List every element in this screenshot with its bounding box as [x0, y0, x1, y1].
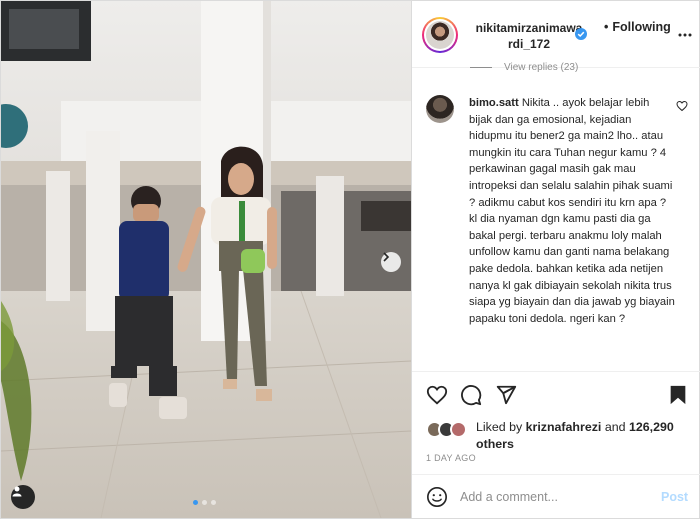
- comment-bubble-icon[interactable]: [460, 384, 482, 406]
- emoji-icon[interactable]: [426, 486, 448, 508]
- likes-prefix: Liked by: [476, 420, 523, 434]
- verified-badge-icon: [575, 28, 587, 40]
- comment-body: Nikita .. ayok belajar lebih bijak dan g…: [469, 97, 675, 325]
- separator-dot: •: [604, 20, 609, 34]
- liker-avatars: [426, 421, 476, 439]
- liker-username[interactable]: kriznafahrezi: [526, 420, 602, 434]
- carousel-dot: [193, 500, 198, 505]
- likes-count[interactable]: 126,290: [629, 420, 674, 434]
- next-slide-button[interactable]: [381, 252, 401, 272]
- more-options-icon[interactable]: [678, 28, 692, 42]
- replies-divider-line: [470, 66, 492, 68]
- post-photo[interactable]: [1, 1, 411, 518]
- carousel-dot: [202, 500, 207, 505]
- mall-scene-image: [1, 1, 411, 518]
- author-username-part2: rdi_172: [507, 37, 551, 51]
- user-tag-button[interactable]: [11, 485, 35, 509]
- user-tag-icon: [12, 486, 22, 497]
- following-button[interactable]: • Following: [604, 20, 671, 34]
- view-replies-link[interactable]: View replies (23): [470, 62, 578, 73]
- chevron-right-icon: [383, 252, 390, 262]
- carousel-dot: [211, 500, 216, 505]
- commenter-avatar[interactable]: [426, 95, 454, 123]
- following-label: Following: [612, 20, 671, 34]
- likes-text: Liked by kriznafahrezi and 126,290 other…: [476, 419, 700, 452]
- paper-plane-icon[interactable]: [495, 384, 517, 406]
- author-username-part1: nikitamirzanimawa: [475, 21, 583, 35]
- post-side-panel: nikitamirzanimawa rdi_172 • Following Vie…: [411, 1, 700, 518]
- carousel-indicator: [193, 500, 216, 505]
- add-comment-bar: Post: [412, 474, 700, 518]
- liker-avatar: [450, 421, 467, 438]
- author-username-link[interactable]: nikitamirzanimawa rdi_172: [470, 20, 588, 52]
- likes-suffix[interactable]: others: [476, 437, 514, 451]
- commenter-username[interactable]: bimo.satt: [469, 97, 519, 109]
- post-actions-bar: [412, 371, 700, 411]
- post-header: nikitamirzanimawa rdi_172 • Following: [412, 1, 700, 68]
- likes-middle: and: [604, 420, 626, 434]
- comment: bimo.satt Nikita .. ayok belajar lebih b…: [469, 95, 675, 327]
- author-avatar[interactable]: [422, 17, 458, 53]
- post-timestamp[interactable]: 1 DAY AGO: [426, 453, 476, 463]
- view-replies-label: View replies (23): [504, 62, 579, 73]
- bookmark-icon[interactable]: [667, 384, 689, 406]
- heart-icon[interactable]: [426, 384, 448, 406]
- instagram-post-modal: nikitamirzanimawa rdi_172 • Following Vie…: [0, 0, 700, 519]
- comment-input[interactable]: [460, 486, 640, 508]
- post-comment-button[interactable]: Post: [661, 490, 688, 504]
- comment-heart-icon[interactable]: [676, 100, 688, 112]
